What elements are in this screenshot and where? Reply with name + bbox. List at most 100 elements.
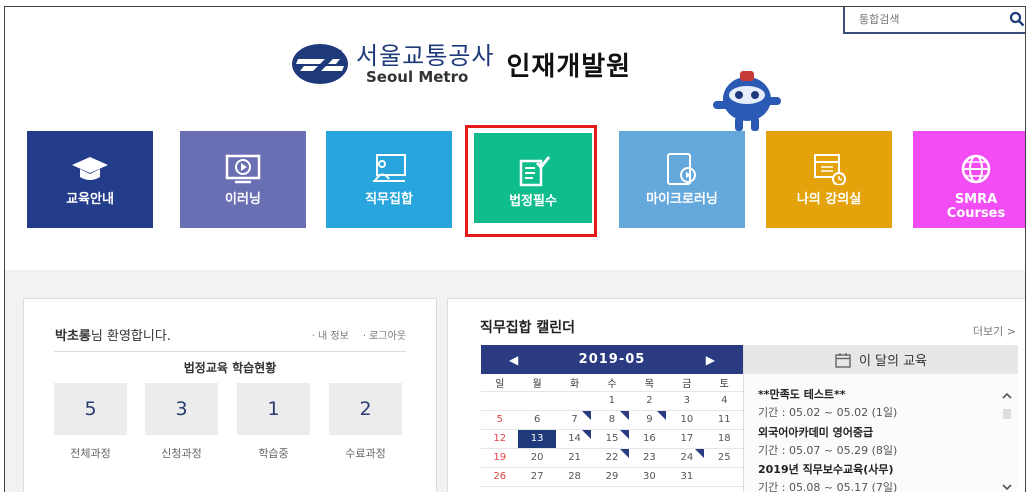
my-info-link[interactable]: · 내 정보	[312, 327, 349, 342]
next-month-button[interactable]: ▶	[706, 353, 715, 367]
calendar-empty-cell	[555, 391, 594, 411]
calendar-icon	[835, 352, 851, 368]
nav-tile-1[interactable]: 교육안내	[27, 131, 153, 228]
stat-value-4[interactable]: 2	[329, 383, 402, 435]
calendar-day[interactable]: 18	[705, 429, 743, 449]
weekday-header: 일	[481, 374, 519, 392]
calendar-day[interactable]: 4	[705, 391, 743, 411]
nav-tile-label: 교육안내	[66, 192, 114, 207]
calendar-day[interactable]: 8	[593, 410, 631, 430]
calendar-day[interactable]: 23	[630, 448, 669, 468]
calendar-day[interactable]: 16	[630, 429, 669, 449]
calendar-empty-cell	[518, 391, 556, 411]
calendar-month: 2019-05	[578, 352, 646, 367]
seoul-metro-logo-icon	[292, 44, 348, 84]
selected-tile-highlight	[465, 125, 597, 237]
calendar-day[interactable]: 12	[481, 429, 519, 449]
calendar-day[interactable]: 1	[593, 391, 631, 411]
site-logo[interactable]: 서울교통공사 Seoul Metro 인재개발원	[290, 39, 631, 89]
calendar-day[interactable]: 20	[518, 448, 556, 468]
calendar-clock-icon	[814, 154, 846, 185]
stat-label-3: 학습중	[258, 447, 289, 460]
calendar-day[interactable]: 26	[481, 467, 519, 487]
calendar-day[interactable]: 14	[555, 429, 594, 449]
calendar-day[interactable]: 10	[668, 410, 706, 430]
logo-english-text: Seoul Metro	[366, 68, 469, 86]
stat-label-4: 수료과정	[345, 447, 386, 460]
stat-value-2[interactable]: 3	[145, 383, 218, 435]
more-link[interactable]: 더보기 >	[973, 323, 1016, 339]
calendar-day[interactable]: 21	[555, 448, 594, 468]
nav-tile-3[interactable]: 직무집합	[326, 131, 452, 228]
calendar-day[interactable]: 7	[555, 410, 594, 430]
education-name: **만족도 테스트**	[758, 388, 846, 401]
calendar-day[interactable]: 22	[593, 448, 631, 468]
weekday-header: 목	[630, 374, 669, 392]
education-item[interactable]: 외국어아카데미 영어중급 기간 : 05.07 ~ 05.29 (8일)	[758, 424, 897, 458]
calendar-day[interactable]: 28	[555, 467, 594, 487]
logout-link[interactable]: · 로그아웃	[363, 327, 406, 342]
list-scrollbar[interactable]	[1000, 389, 1014, 492]
calendar-day[interactable]: 9	[630, 410, 669, 430]
calendar-day[interactable]: 27	[518, 467, 556, 487]
calendar-empty-cell	[481, 391, 519, 411]
education-period: 기간 : 05.08 ~ 05.17 (7일)	[758, 481, 898, 492]
education-name: 외국어아카데미 영어중급	[758, 426, 874, 439]
stat-label-1: 전체과정	[70, 447, 111, 460]
calendar-panel: 직무집합 캘린더 더보기 > ◀ 2019-05 ▶ 일월화수목금토123456…	[447, 298, 1025, 492]
weekday-header: 토	[705, 374, 743, 392]
calendar-day[interactable]: 3	[668, 391, 706, 411]
prev-month-button[interactable]: ◀	[509, 353, 518, 367]
education-period: 기간 : 05.02 ~ 05.02 (1일)	[758, 406, 898, 419]
nav-tile-7[interactable]: SMRA Courses	[913, 131, 1025, 228]
calendar-day[interactable]: 5	[481, 410, 519, 430]
search-box[interactable]	[843, 7, 1025, 34]
stat-label-2: 신청과정	[161, 447, 202, 460]
calendar-day[interactable]: 6	[518, 410, 556, 430]
nav-tile-label: SMRA Courses	[946, 192, 1006, 221]
calendar-day[interactable]: 13	[518, 429, 556, 449]
calendar-day[interactable]: 11	[705, 410, 743, 430]
weekday-header: 금	[668, 374, 706, 392]
calendar-day[interactable]: 19	[481, 448, 519, 468]
play-screen-icon	[225, 154, 261, 184]
search-input[interactable]	[859, 13, 1009, 26]
calendar-empty-cell	[705, 467, 743, 487]
month-education-title: 이 달의 교육	[858, 354, 928, 369]
calendar-day[interactable]: 15	[593, 429, 631, 449]
user-name: 박초롱	[55, 329, 91, 344]
education-item[interactable]: **만족도 테스트** 기간 : 05.02 ~ 05.02 (1일)	[758, 386, 897, 420]
graduation-cap-icon	[72, 157, 108, 180]
calendar-day[interactable]: 25	[705, 448, 743, 468]
mascot-character-image	[713, 71, 781, 131]
nav-tile-label: 직무집합	[365, 192, 413, 207]
nav-tile-5[interactable]: 마이크로러닝	[619, 131, 745, 228]
education-item[interactable]: 2019년 직무보수교육(사무) 기간 : 05.08 ~ 05.17 (7일)	[758, 461, 897, 492]
month-education-header: 이 달의 교육	[744, 345, 1018, 374]
nav-tile-2[interactable]: 이러닝	[180, 131, 306, 228]
calendar-grid: 일 월 화 수 목 금 토 1 2 3 4 5 6 7 8 9 10 11 12 13 14 15 16 17 18 19 20 21…	[481, 374, 743, 487]
nav-tile-label: 나의 강의실	[796, 192, 862, 207]
weekday-header: 월	[518, 374, 556, 392]
calendar-day[interactable]: 17	[668, 429, 706, 449]
welcome-suffix: 님 환영합니다.	[90, 329, 171, 344]
calendar-header: ◀ 2019-05 ▶	[481, 345, 743, 374]
nav-tile-label: 이러닝	[225, 192, 261, 207]
stat-value-1[interactable]: 5	[54, 383, 127, 435]
calendar-day[interactable]: 30	[630, 467, 669, 487]
logo-korean-text: 서울교통공사	[356, 42, 495, 70]
search-icon[interactable]	[1009, 11, 1025, 27]
nav-tile-6[interactable]: 나의 강의실	[766, 131, 892, 228]
stat-value-3[interactable]: 1	[237, 383, 310, 435]
user-status-panel: 박초롱님 환영합니다. · 내 정보 · 로그아웃 법정교육 학습현황 5 전체과…	[23, 298, 437, 492]
calendar-day[interactable]: 29	[593, 467, 631, 487]
calendar-day[interactable]: 31	[668, 467, 706, 487]
status-title: 법정교육 학습현황	[183, 361, 277, 375]
divider	[54, 351, 406, 352]
welcome-message: 박초롱님 환영합니다.	[55, 325, 171, 344]
weekday-header: 수	[593, 374, 631, 392]
education-name: 2019년 직무보수교육(사무)	[758, 463, 894, 476]
calendar-day[interactable]: 2	[630, 391, 669, 411]
page-title: 인재개발원	[506, 51, 632, 82]
calendar-day[interactable]: 24	[668, 448, 706, 468]
